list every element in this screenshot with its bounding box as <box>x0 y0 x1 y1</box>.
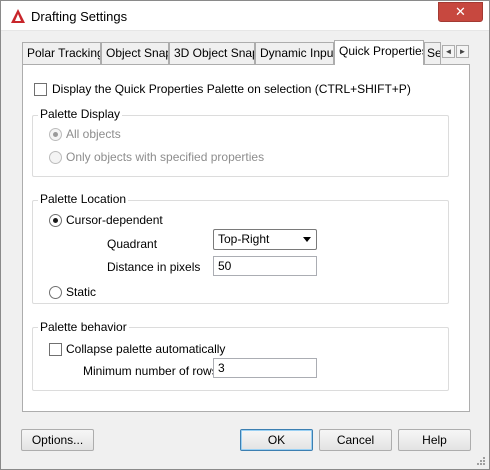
tab-polar-tracking[interactable]: Polar Tracking <box>22 42 101 64</box>
tab-dynamic-input[interactable]: Dynamic Input <box>255 42 334 64</box>
palette-location-title: Palette Location <box>38 192 129 206</box>
all-objects-label[interactable]: All objects <box>66 127 121 141</box>
specified-objects-radio[interactable] <box>49 151 62 164</box>
drafting-settings-dialog: Drafting Settings ✕ Polar Tracking Objec… <box>0 0 490 470</box>
tab-selection-cycling[interactable]: Se <box>424 42 441 64</box>
quick-properties-panel: Display the Quick Properties Palette on … <box>22 64 470 412</box>
quadrant-value: Top-Right <box>218 232 270 246</box>
arrow-right-icon: ► <box>458 47 467 56</box>
cursor-dependent-radio[interactable] <box>49 214 62 227</box>
display-palette-label[interactable]: Display the Quick Properties Palette on … <box>52 82 411 96</box>
tab-object-snap[interactable]: Object Snap <box>101 42 169 64</box>
quadrant-select[interactable]: Top-Right <box>213 229 317 250</box>
close-icon: ✕ <box>455 4 466 19</box>
tab-quick-properties[interactable]: Quick Properties <box>334 40 424 65</box>
close-button[interactable]: ✕ <box>438 2 483 22</box>
collapse-palette-label[interactable]: Collapse palette automatically <box>66 342 225 356</box>
quadrant-label: Quadrant <box>107 237 158 251</box>
min-rows-input[interactable]: 3 <box>213 358 317 378</box>
autocad-logo-icon <box>11 9 25 23</box>
palette-behavior-title: Palette behavior <box>38 320 129 334</box>
options-button[interactable]: Options... <box>21 429 94 451</box>
distance-label: Distance in pixels <box>107 260 201 274</box>
distance-value: 50 <box>218 259 232 273</box>
specified-objects-label[interactable]: Only objects with specified properties <box>66 150 264 164</box>
min-rows-value: 3 <box>218 361 225 375</box>
static-label[interactable]: Static <box>66 285 96 299</box>
help-button[interactable]: Help <box>398 429 471 451</box>
min-rows-label: Minimum number of rows <box>83 364 218 378</box>
palette-display-group <box>32 115 449 177</box>
title-bar[interactable]: Drafting Settings ✕ <box>1 1 489 31</box>
window-title: Drafting Settings <box>31 9 128 24</box>
collapse-palette-checkbox[interactable] <box>49 343 62 356</box>
tab-scroll-right-button[interactable]: ► <box>456 45 469 58</box>
resize-grip-icon[interactable] <box>476 456 486 466</box>
all-objects-radio[interactable] <box>49 128 62 141</box>
palette-display-title: Palette Display <box>38 107 123 121</box>
chevron-down-icon <box>303 237 311 242</box>
cancel-button[interactable]: Cancel <box>319 429 392 451</box>
distance-input[interactable]: 50 <box>213 256 317 276</box>
ok-button[interactable]: OK <box>240 429 313 451</box>
tab-scroll-left-button[interactable]: ◄ <box>442 45 455 58</box>
display-palette-checkbox[interactable] <box>34 83 47 96</box>
cursor-dependent-label[interactable]: Cursor-dependent <box>66 213 163 227</box>
arrow-left-icon: ◄ <box>444 47 453 56</box>
tab-3d-object-snap[interactable]: 3D Object Snap <box>169 42 255 64</box>
static-radio[interactable] <box>49 286 62 299</box>
